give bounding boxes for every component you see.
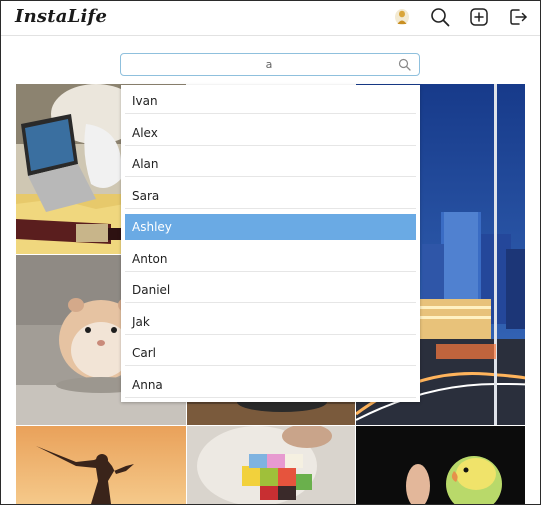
user-search-box[interactable]: [120, 53, 420, 76]
feed-photo-sunset[interactable]: [16, 426, 186, 504]
search-field-icon: [398, 58, 411, 71]
feed-photo-cake[interactable]: [187, 426, 355, 504]
suggestion-item[interactable]: Ivan: [125, 88, 416, 114]
add-post-icon[interactable]: [469, 7, 489, 27]
search-icon[interactable]: [430, 7, 450, 27]
suggestion-item[interactable]: Anna: [125, 372, 416, 398]
suggestion-item[interactable]: Daniel: [125, 277, 416, 303]
feed-photo-parrot[interactable]: [356, 426, 525, 504]
suggestion-item[interactable]: Alex: [125, 120, 416, 146]
suggestion-item[interactable]: Jak: [125, 309, 416, 335]
user-suggestions-dropdown: Ivan Alex Alan Sara Ashley Anton Daniel …: [121, 85, 420, 402]
app-window: InstaLife a Ivan Alex Alan Sara Ashley A…: [0, 0, 541, 505]
logout-icon[interactable]: [508, 7, 528, 27]
suggestion-item[interactable]: Alan: [125, 151, 416, 177]
suggestion-item[interactable]: Sara: [125, 183, 416, 209]
suggestion-item[interactable]: Carl: [125, 340, 416, 366]
app-logo[interactable]: InstaLife: [15, 6, 107, 27]
avatar-icon[interactable]: [394, 8, 410, 26]
top-bar: InstaLife: [1, 1, 540, 36]
suggestion-item-selected[interactable]: Ashley: [125, 214, 416, 240]
user-search-input[interactable]: [121, 54, 391, 75]
suggestion-item[interactable]: Anton: [125, 246, 416, 272]
